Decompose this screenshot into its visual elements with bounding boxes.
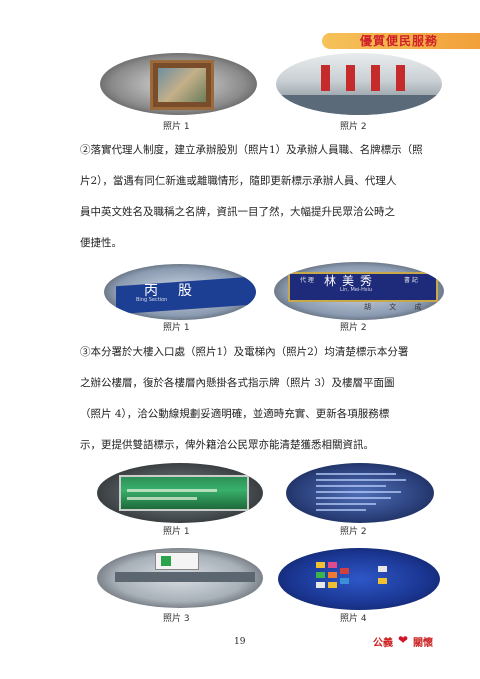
caption-row4-right: 照片 4 [340,614,367,624]
photo-elevator-board [286,463,434,523]
caption-row2-right: 照片 2 [340,323,367,333]
photo-service-counter [276,53,442,115]
photo-section-sign: 丙股 Bing Section [104,264,256,320]
photo-painting [100,53,257,115]
paragraph-floor-signage: ③本分署於大樓入口處（照片1）及電梯內（照片2）均清楚標示本分署 之辦公樓層，復… [80,337,442,461]
photo-entrance-screen [97,463,263,523]
paragraph-line: 之辦公樓層，復於各樓層內懸掛各式指示牌（照片 3）及樓層平面圖 [80,377,395,389]
nameplate-title-label: 書 記 [404,277,418,284]
sign-section-sub: Bing Section [136,297,168,303]
paragraph-line: （照片 4），洽公動線規劃妥適明確，並適時充實、更新各項服務標 [80,408,390,420]
paragraph-line: 員中英文姓名及職稱之名牌，資訊一目了然，大幅提升民眾洽公時之 [80,206,395,218]
caption-row1-right: 照片 2 [340,122,367,132]
paragraph-line: ③本分署於大樓入口處（照片1）及電梯內（照片2）均清楚標示本分署 [80,346,409,358]
photo-floor-map [278,548,440,610]
caption-row3-right: 照片 2 [340,527,367,537]
photo-direction-sign [97,548,263,608]
footer-care-text: 關懷 [413,638,433,649]
photo-nameplate: 代 理 書 記 林美秀 Lin, Mei-Hsiu 胡 文 成 [274,262,444,320]
page-number: 19 [234,637,246,647]
paragraph-line: ②落實代理人制度，建立承辦股別（照片1）及承辦人員職、名牌標示（照 [80,144,423,156]
paragraph-agent-system: ②落實代理人制度，建立承辦股別（照片1）及承辦人員職、名牌標示（照 片2），當遇… [80,135,442,259]
nameplate-english-name: Lin, Mei-Hsiu [340,287,373,293]
header-title: 優質便民服務 [360,34,439,48]
caption-row3-left: 照片 1 [163,527,190,537]
nameplate-agent-name: 胡 文 成 [364,303,430,311]
paragraph-line: 片2），當遇有同仁新進或離職情形，隨即更新標示承辦人員、代理人 [80,175,397,187]
caption-row1-left: 照片 1 [163,122,190,132]
paragraph-line: 便捷性。 [80,237,122,249]
footer-justice-text: 公義 [373,638,393,649]
heart-icon: ❤ [398,633,409,647]
caption-row4-left: 照片 3 [163,614,190,624]
paragraph-line: 示，更提供雙語標示，俾外籍洽公民眾亦能清楚獲悉相關資訊。 [80,439,374,451]
nameplate-agent-label: 代 理 [300,277,314,284]
caption-row2-left: 照片 1 [163,323,190,333]
